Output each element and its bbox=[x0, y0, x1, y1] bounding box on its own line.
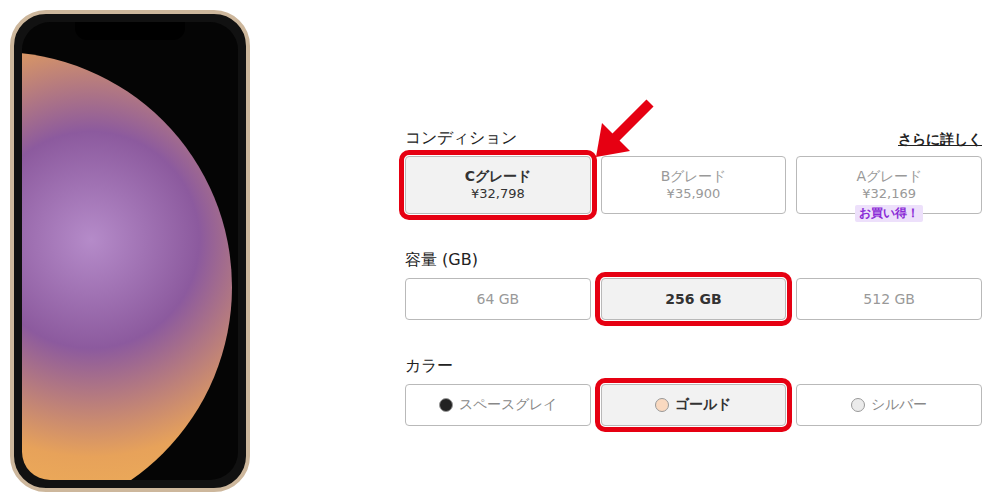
option-label: 64 GB bbox=[476, 291, 519, 307]
option-price: ¥35,900 bbox=[667, 186, 721, 202]
option-price: ¥32,798 bbox=[471, 186, 525, 202]
color-swatch-icon bbox=[851, 398, 865, 412]
option-grid: 64 GB 256 GB 512 GB bbox=[405, 278, 982, 320]
option-button[interactable]: Bグレード ¥35,900 bbox=[601, 156, 787, 214]
more-link[interactable]: さらに詳しく bbox=[898, 131, 982, 149]
option-button[interactable]: Cグレード ¥32,798 bbox=[405, 156, 591, 214]
color-swatch-icon bbox=[439, 398, 453, 412]
phone-notch bbox=[75, 22, 185, 40]
option-button[interactable]: ゴールド bbox=[601, 384, 787, 426]
section-label: コンディション bbox=[405, 128, 517, 149]
option-price: ¥32,169 bbox=[862, 186, 916, 202]
option-button[interactable]: スペースグレイ bbox=[405, 384, 591, 426]
option-label: 256 GB bbox=[665, 291, 721, 307]
option-label: Bグレード bbox=[661, 168, 727, 186]
product-page: コンディション さらに詳しく Cグレード ¥32,798 Bグレード ¥35,9… bbox=[0, 0, 999, 496]
option-section: カラー スペースグレイ ゴールド シルバー bbox=[405, 356, 982, 426]
section-label: 容量 (GB) bbox=[405, 250, 478, 271]
option-button[interactable]: 512 GB bbox=[796, 278, 982, 320]
deal-badge: お買い得！ bbox=[855, 205, 923, 222]
option-button[interactable]: 256 GB bbox=[601, 278, 787, 320]
option-label: Aグレード bbox=[856, 168, 922, 186]
option-label: ゴールド bbox=[675, 396, 731, 414]
section-label: カラー bbox=[405, 356, 453, 377]
wallpaper-planet bbox=[22, 52, 232, 480]
product-image bbox=[0, 0, 250, 496]
section-header: コンディション さらに詳しく bbox=[405, 128, 982, 149]
option-label: 512 GB bbox=[863, 291, 915, 307]
option-button[interactable]: Aグレード ¥32,169 お買い得！ bbox=[796, 156, 982, 214]
section-header: 容量 (GB) bbox=[405, 250, 982, 271]
option-section: 容量 (GB) 64 GB 256 GB 512 GB bbox=[405, 250, 982, 320]
option-section: コンディション さらに詳しく Cグレード ¥32,798 Bグレード ¥35,9… bbox=[405, 128, 982, 214]
option-button[interactable]: 64 GB bbox=[405, 278, 591, 320]
phone-image bbox=[10, 10, 250, 492]
color-swatch-icon bbox=[655, 398, 669, 412]
option-label: Cグレード bbox=[465, 168, 531, 186]
option-label: スペースグレイ bbox=[459, 396, 557, 414]
option-grid: スペースグレイ ゴールド シルバー bbox=[405, 384, 982, 426]
section-header: カラー bbox=[405, 356, 982, 377]
option-grid: Cグレード ¥32,798 Bグレード ¥35,900 Aグレード ¥32,16… bbox=[405, 156, 982, 214]
options-panel: コンディション さらに詳しく Cグレード ¥32,798 Bグレード ¥35,9… bbox=[405, 0, 982, 496]
red-arrow-icon bbox=[592, 97, 656, 161]
phone-screen bbox=[22, 22, 238, 480]
option-label: シルバー bbox=[871, 396, 927, 414]
option-button[interactable]: シルバー bbox=[796, 384, 982, 426]
